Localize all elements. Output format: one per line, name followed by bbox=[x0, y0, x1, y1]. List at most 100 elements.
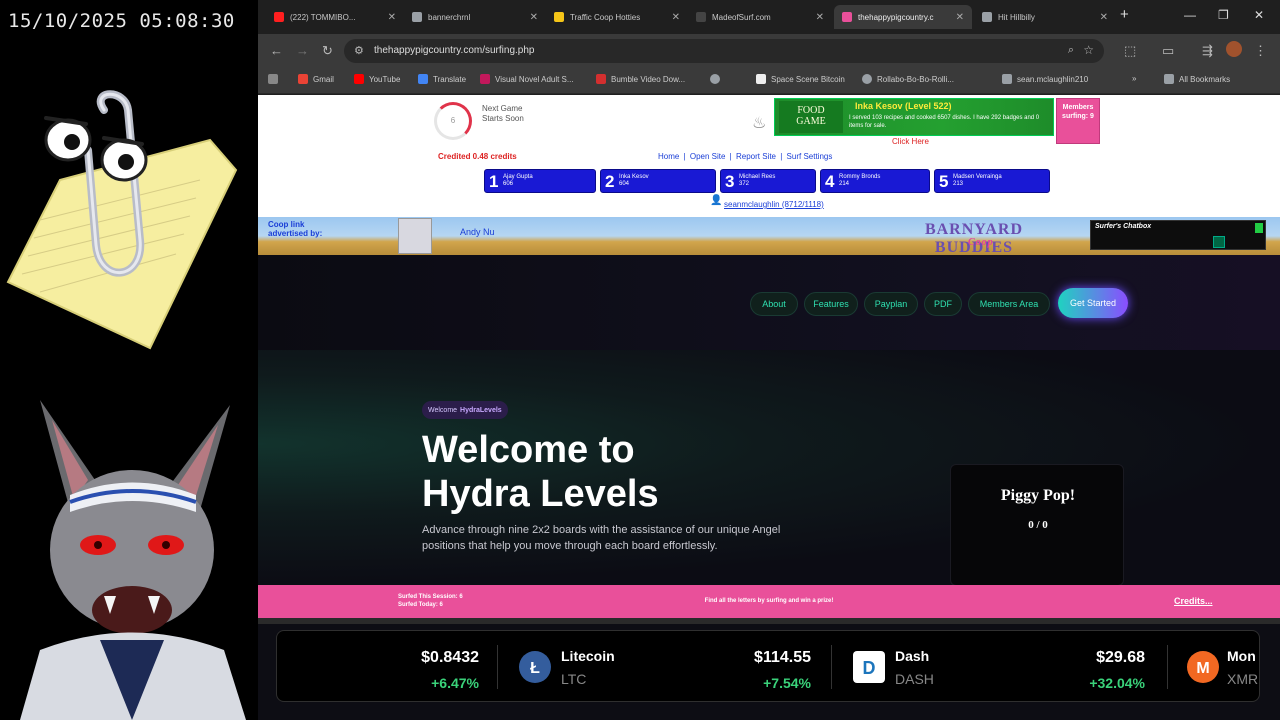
browser-tab[interactable]: MadeofSurf.com ✕ bbox=[688, 5, 832, 29]
ad-title: Inka Kesov (Level 522) bbox=[855, 101, 952, 111]
reload-icon[interactable]: ↻ bbox=[322, 43, 333, 59]
ticker-separator bbox=[497, 645, 498, 689]
screen: 15/10/2025 05:08:30 (222) TOMMIBO... ✕ b… bbox=[0, 0, 1280, 720]
leaderboard-entry[interactable]: 1 Ajay Gupta 606 bbox=[484, 169, 596, 193]
crypto-ticker: $0.8432 +6.47% Ł Litecoin LTC $114.55 +7… bbox=[276, 630, 1260, 702]
surfer-chatbox[interactable]: Surfer's Chatbox bbox=[1090, 220, 1266, 250]
nav-payplan[interactable]: Payplan bbox=[864, 292, 918, 316]
bookmark-item[interactable]: sean.mclaughlin210 bbox=[1002, 74, 1088, 84]
address-bar[interactable]: ⚙ thehappypigcountry.com/surfing.php ⌕ ☆ bbox=[344, 39, 1104, 63]
bookmark-item[interactable]: YouTube bbox=[354, 74, 400, 84]
extensions-icon[interactable]: ⬚ bbox=[1124, 43, 1136, 59]
letter-game-text[interactable]: Find all the letters by surfing and win … bbox=[258, 598, 1280, 604]
bookmark-item[interactable]: Translate bbox=[418, 74, 466, 84]
coop-label: Coop link advertised by: bbox=[268, 220, 323, 238]
get-started-button[interactable]: Get Started bbox=[1058, 288, 1128, 318]
bookmark-item[interactable] bbox=[710, 74, 725, 84]
ticker-change: +7.54% bbox=[763, 675, 811, 691]
litecoin-icon: Ł bbox=[519, 651, 551, 683]
ticker-name: Litecoin bbox=[561, 648, 615, 664]
click-here-link[interactable]: Click Here bbox=[892, 137, 929, 146]
rabbit-avatar bbox=[0, 400, 258, 720]
svg-text:M: M bbox=[1196, 660, 1209, 677]
browser-tab[interactable]: bannerchrnl ✕ bbox=[404, 5, 546, 29]
more-bookmarks-icon[interactable]: » bbox=[1132, 74, 1136, 83]
ad-description: I served 103 recipes and cooked 6507 dis… bbox=[849, 115, 1040, 129]
close-icon[interactable]: ✕ bbox=[1100, 12, 1108, 23]
ticker-price: $29.68 bbox=[1096, 649, 1145, 666]
chatbox-scroll-handle[interactable] bbox=[1255, 223, 1263, 233]
menu-icon[interactable]: ⋮ bbox=[1254, 43, 1267, 59]
close-icon[interactable]: ✕ bbox=[816, 12, 824, 23]
bookmarks-bar: Gmail YouTube Translate Visual Novel Adu… bbox=[258, 68, 1280, 94]
maximize-icon[interactable]: ❐ bbox=[1218, 8, 1229, 22]
hero-description: Advance through nine 2x2 boards with the… bbox=[422, 524, 781, 552]
bookmark-item[interactable]: Gmail bbox=[298, 74, 334, 84]
hydra-navbar: About Features Payplan PDF Members Area … bbox=[258, 255, 1280, 350]
open-site-link[interactable]: Open Site bbox=[690, 152, 726, 161]
forward-icon[interactable]: → bbox=[296, 43, 309, 58]
ticker-change: +32.04% bbox=[1089, 675, 1145, 691]
cast-icon[interactable]: ⇶ bbox=[1202, 43, 1213, 59]
home-link[interactable]: Home bbox=[658, 152, 679, 161]
site-info-icon[interactable]: ⚙ bbox=[354, 44, 364, 57]
close-icon[interactable]: ✕ bbox=[672, 12, 680, 23]
tab-search-icon[interactable]: ▭ bbox=[1162, 43, 1174, 59]
close-icon[interactable]: ✕ bbox=[956, 12, 964, 23]
advertiser-name[interactable]: Andy Nu bbox=[460, 227, 495, 237]
tab-label: bannerchrnl bbox=[428, 12, 471, 22]
bookmark-item[interactable]: All Bookmarks bbox=[1164, 74, 1230, 84]
coop-logo[interactable]: BARNYARD BUDDIES Coop bbox=[894, 221, 1054, 256]
surf-bar: 6 Next Game Starts Soon Credited 0.48 cr… bbox=[258, 95, 1280, 217]
surf-timer: 6 bbox=[434, 102, 472, 140]
new-tab-icon[interactable]: + bbox=[1120, 6, 1129, 23]
ticker-symbol: XMR bbox=[1227, 671, 1259, 687]
close-icon[interactable]: ✕ bbox=[388, 12, 396, 23]
bookmark-item[interactable]: Visual Novel Adult S... bbox=[480, 74, 574, 84]
zoom-icon[interactable]: ⌕ bbox=[1068, 44, 1074, 57]
leaderboard-entry[interactable]: 2 Inka Kesov 604 bbox=[600, 169, 716, 193]
coop-banner: Coop link advertised by: Andy Nu BARNYAR… bbox=[258, 217, 1280, 256]
leaderboard-entry[interactable]: 4 Rommy Bronds 214 bbox=[820, 169, 930, 193]
nav-about[interactable]: About bbox=[750, 292, 798, 316]
nav-features[interactable]: Features bbox=[804, 292, 858, 316]
nav-members-area[interactable]: Members Area bbox=[968, 292, 1050, 316]
tab-label: MadeofSurf.com bbox=[712, 12, 771, 22]
chatbox-send-button[interactable] bbox=[1213, 236, 1225, 248]
bookmark-item[interactable]: Rollabo-Bo-Bo-Rolli... bbox=[862, 74, 954, 84]
close-window-icon[interactable]: ✕ bbox=[1254, 8, 1264, 22]
current-user-link[interactable]: seanmclaughlin (8712/1118) bbox=[724, 200, 824, 209]
credits-link[interactable]: Credits... bbox=[1174, 596, 1213, 606]
ticker-price: $0.8432 bbox=[421, 649, 479, 666]
ad-banner[interactable]: FOOD GAME Inka Kesov (Level 522) I serve… bbox=[774, 98, 1054, 136]
bookmark-star-icon[interactable]: ☆ bbox=[1083, 43, 1094, 57]
piggy-pop-widget[interactable]: Piggy Pop! 0 / 0 bbox=[950, 464, 1124, 586]
next-game-status: Next Game Starts Soon bbox=[482, 104, 524, 123]
url-text[interactable]: thehappypigcountry.com/surfing.php bbox=[374, 45, 534, 56]
browser-tab[interactable]: (222) TOMMIBO... ✕ bbox=[266, 5, 404, 29]
profile-avatar[interactable] bbox=[1226, 41, 1242, 57]
credited-text: Credited 0.48 credits bbox=[438, 152, 517, 161]
back-icon[interactable]: ← bbox=[270, 43, 283, 58]
browser-tab[interactable]: Traffic Coop Hotties ✕ bbox=[546, 5, 688, 29]
browser-tab[interactable]: Hit Hillbilly ✕ bbox=[974, 5, 1116, 29]
bookmark-item[interactable]: Bumble Video Dow... bbox=[596, 74, 685, 84]
surf-links: Home | Open Site | Report Site | Surf Se… bbox=[658, 152, 833, 161]
dash-icon: D bbox=[853, 651, 885, 683]
nav-pdf[interactable]: PDF bbox=[924, 292, 962, 316]
chatbox-title: Surfer's Chatbox bbox=[1095, 223, 1152, 230]
apps-icon[interactable] bbox=[268, 74, 283, 84]
globe-icon bbox=[982, 12, 992, 22]
svg-text:D: D bbox=[863, 658, 876, 678]
report-site-link[interactable]: Report Site bbox=[736, 152, 776, 161]
tab-label: thehappypigcountry.c bbox=[858, 12, 934, 22]
browser-tab-active[interactable]: thehappypigcountry.c ✕ bbox=[834, 5, 972, 29]
surf-timer-value: 6 bbox=[450, 116, 456, 125]
leaderboard-entry[interactable]: 5 Madsen Verrainga 213 bbox=[934, 169, 1050, 193]
leaderboard-entry[interactable]: 3 Michael Rees 372 bbox=[720, 169, 816, 193]
minimize-icon[interactable]: — bbox=[1184, 8, 1196, 22]
bookmark-item[interactable]: Space Scene Bitcoin bbox=[756, 74, 845, 84]
surf-settings-link[interactable]: Surf Settings bbox=[787, 152, 833, 161]
close-icon[interactable]: ✕ bbox=[530, 12, 538, 23]
tab-label: Traffic Coop Hotties bbox=[570, 12, 641, 22]
